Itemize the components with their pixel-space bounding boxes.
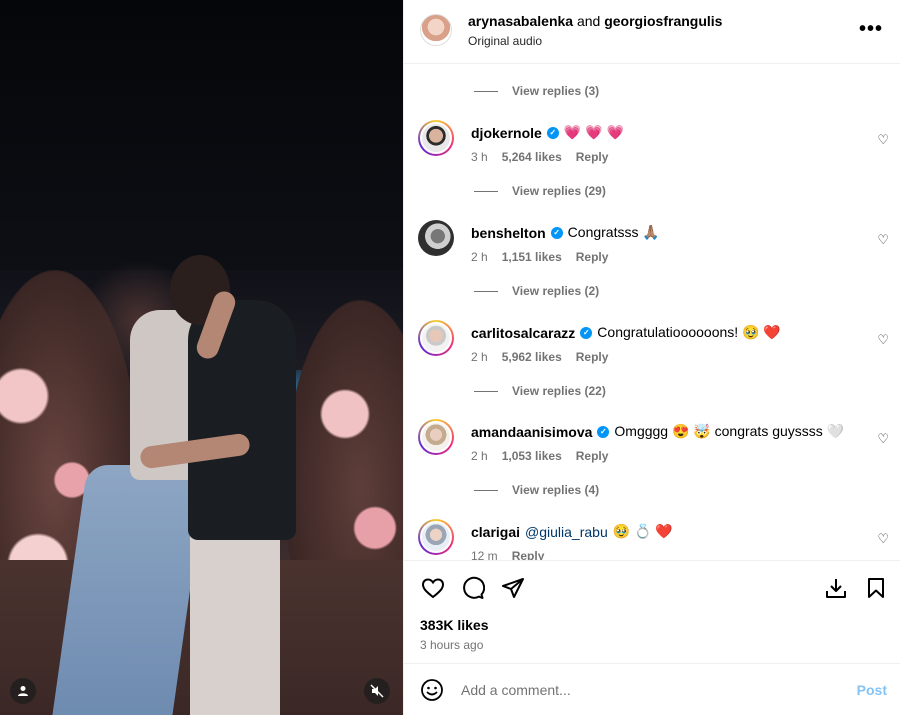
emoji-smiley-icon[interactable] — [420, 678, 444, 702]
comment-body: Congratsss 🙏🏽 — [567, 224, 660, 240]
comment-like-heart-icon[interactable]: ♡ — [877, 531, 889, 547]
post-actions: 383K likes 3 hours ago — [404, 560, 900, 664]
comment-text: benshelton ✓ Congratsss 🙏🏽 — [471, 224, 660, 241]
comment-username[interactable]: benshelton — [471, 225, 546, 241]
comment-meta: 2 h 5,962 likes Reply — [471, 350, 608, 364]
mute-button[interactable] — [364, 678, 390, 704]
comment-likes[interactable]: 1,151 likes — [502, 250, 562, 264]
comment-username[interactable]: djokernole — [471, 125, 542, 141]
more-options-icon[interactable]: ••• — [859, 18, 883, 41]
comment-time: 2 h — [471, 250, 488, 264]
comment-item: carlitosalcarazz ✓ Congratulatioooooons!… — [404, 320, 900, 380]
person-trousers — [190, 520, 280, 715]
reply-button[interactable]: Reply — [576, 350, 609, 364]
verified-badge-icon: ✓ — [580, 326, 593, 339]
mute-icon — [370, 684, 384, 698]
comment-body: 🥹 💍 ❤️ — [612, 523, 673, 539]
avatar[interactable] — [418, 320, 454, 356]
user-tag-button[interactable] — [10, 678, 36, 704]
post-authors: arynasabalenka and georgiosfrangulis — [468, 13, 722, 29]
avatar[interactable] — [420, 14, 452, 46]
comment-time: 2 h — [471, 449, 488, 463]
comment-username[interactable]: amandaanisimova — [471, 424, 592, 440]
comment-input[interactable]: Add a comment... — [461, 682, 571, 698]
comment-meta: 3 h 5,264 likes Reply — [471, 150, 608, 164]
post-timestamp[interactable]: 3 hours ago — [420, 638, 483, 652]
person-icon — [18, 686, 28, 696]
add-comment-bar: Add a comment... Post — [404, 665, 900, 715]
comment-text: carlitosalcarazz ✓ Congratulatioooooons!… — [471, 324, 781, 341]
comment-item: clarigai @giulia_rabu 🥹 💍 ❤️ 12 m Reply … — [404, 519, 900, 560]
reply-button[interactable]: Reply — [512, 549, 545, 560]
view-replies-button[interactable]: View replies (4) — [474, 483, 599, 497]
post-media[interactable] — [0, 0, 403, 715]
view-replies-button[interactable]: View replies (29) — [474, 184, 606, 198]
comment-likes[interactable]: 5,264 likes — [502, 150, 562, 164]
comment-body: Omgggg 😍 🤯 congrats guyssss 🤍 — [614, 423, 845, 439]
comment-meta: 2 h 1,151 likes Reply — [471, 250, 608, 264]
reply-button[interactable]: Reply — [576, 250, 609, 264]
comment-meta: 12 m Reply — [471, 549, 544, 560]
reply-button[interactable]: Reply — [576, 150, 609, 164]
post-button[interactable]: Post — [857, 682, 887, 698]
comment-like-heart-icon[interactable]: ♡ — [877, 232, 889, 248]
comment-text: amandaanisimova ✓ Omgggg 😍 🤯 congrats gu… — [471, 423, 844, 440]
comment-time: 2 h — [471, 350, 488, 364]
comment-body: 💗 💗 💗 — [563, 124, 624, 140]
download-icon[interactable] — [823, 575, 849, 601]
comment-item: benshelton ✓ Congratsss 🙏🏽 2 h 1,151 lik… — [404, 220, 900, 280]
bookmark-save-icon[interactable] — [863, 575, 889, 601]
avatar[interactable] — [418, 120, 454, 156]
comment-username[interactable]: clarigai — [471, 524, 520, 540]
comments-list[interactable]: View replies (3) djokernole ✓ 💗 💗 💗 3 h … — [404, 65, 900, 560]
avatar[interactable] — [418, 419, 454, 455]
reply-button[interactable]: Reply — [576, 449, 609, 463]
comment-like-heart-icon[interactable]: ♡ — [877, 332, 889, 348]
divider-dash — [474, 290, 498, 292]
divider-dash — [474, 489, 498, 491]
view-replies-button[interactable]: View replies (22) — [474, 384, 606, 398]
divider-dash — [474, 90, 498, 92]
comment-like-heart-icon[interactable]: ♡ — [877, 431, 889, 447]
divider-dash — [474, 190, 498, 192]
view-replies-label: View replies (29) — [512, 184, 606, 198]
divider-dash — [474, 390, 498, 392]
share-send-icon[interactable] — [500, 575, 526, 601]
verified-badge-icon: ✓ — [546, 126, 559, 139]
verified-badge-icon: ✓ — [597, 425, 610, 438]
comment-likes[interactable]: 1,053 likes — [502, 449, 562, 463]
author-link[interactable]: arynasabalenka — [468, 13, 573, 29]
avatar[interactable] — [418, 220, 454, 256]
audio-label[interactable]: Original audio — [468, 34, 542, 48]
verified-badge-icon: ✓ — [550, 226, 563, 239]
view-replies-label: View replies (3) — [512, 84, 600, 98]
comment-text: clarigai @giulia_rabu 🥹 💍 ❤️ — [471, 523, 673, 540]
like-heart-icon[interactable] — [420, 575, 446, 601]
comment-like-heart-icon[interactable]: ♡ — [877, 132, 889, 148]
authors-joiner: and — [576, 13, 601, 29]
mention-link[interactable]: @giulia_rabu — [525, 524, 608, 540]
view-replies-label: View replies (22) — [512, 384, 606, 398]
comment-time: 3 h — [471, 150, 488, 164]
comment-text: djokernole ✓ 💗 💗 💗 — [471, 124, 624, 141]
comment-bubble-icon[interactable] — [460, 575, 486, 601]
view-replies-button[interactable]: View replies (3) — [474, 84, 599, 98]
comment-likes[interactable]: 5,962 likes — [502, 350, 562, 364]
comment-body: Congratulatioooooons! 🥹 ❤️ — [597, 324, 781, 340]
view-replies-label: View replies (4) — [512, 483, 600, 497]
post-header: arynasabalenka and georgiosfrangulis Ori… — [404, 0, 900, 64]
comment-meta: 2 h 1,053 likes Reply — [471, 449, 608, 463]
comment-time: 12 m — [471, 549, 498, 560]
comment-item: amandaanisimova ✓ Omgggg 😍 🤯 congrats gu… — [404, 419, 900, 479]
comment-username[interactable]: carlitosalcarazz — [471, 325, 575, 341]
view-replies-label: View replies (2) — [512, 284, 600, 298]
coauthor-link[interactable]: georgiosfrangulis — [604, 13, 722, 29]
comments-panel: arynasabalenka and georgiosfrangulis Ori… — [403, 0, 900, 715]
likes-count[interactable]: 383K likes — [420, 617, 489, 633]
avatar[interactable] — [418, 519, 454, 555]
view-replies-button[interactable]: View replies (2) — [474, 284, 599, 298]
night-sky — [0, 0, 403, 270]
comment-item: djokernole ✓ 💗 💗 💗 3 h 5,264 likes Reply… — [404, 120, 900, 180]
